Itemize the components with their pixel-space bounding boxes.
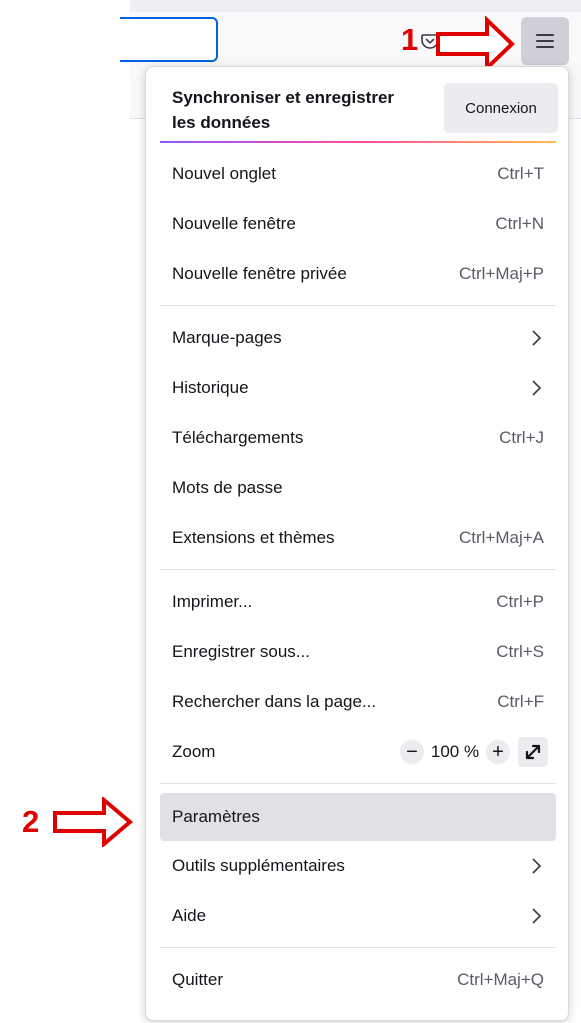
shortcut-label: Ctrl+F	[497, 692, 544, 711]
menu-item-settings[interactable]: Paramètres	[160, 793, 556, 841]
zoom-controls: − 100 % +	[400, 737, 548, 767]
zoom-in-button[interactable]: +	[486, 740, 510, 764]
menu-item-more-tools[interactable]: Outils supplémentaires	[160, 843, 556, 889]
menu-item-label: Quitter	[172, 970, 224, 989]
chevron-right-icon	[532, 908, 542, 924]
menu-item-quit[interactable]: Quitter Ctrl+Maj+Q	[160, 957, 556, 1003]
menu-item-print[interactable]: Imprimer... Ctrl+P	[160, 579, 556, 625]
zoom-out-button[interactable]: −	[400, 740, 424, 764]
step-1-arrow-icon	[436, 16, 515, 72]
step-2-arrow-icon	[53, 797, 134, 847]
menu-separator	[160, 783, 556, 784]
sync-description: Synchroniser et enregistrer les données	[172, 88, 395, 132]
sync-section: Synchroniser et enregistrer les données …	[160, 81, 558, 141]
zoom-reset-button[interactable]: 100 %	[424, 742, 486, 762]
chevron-right-icon	[532, 380, 542, 396]
hamburger-menu-icon	[536, 30, 554, 52]
menu-item-passwords[interactable]: Mots de passe	[160, 465, 556, 511]
shortcut-label: Ctrl+S	[496, 642, 544, 661]
open-menu-button[interactable]	[521, 17, 569, 65]
fullscreen-button[interactable]	[518, 737, 548, 767]
shortcut-label: Ctrl+Maj+A	[458, 528, 544, 547]
fullscreen-icon	[525, 744, 541, 760]
menu-item-zoom: Zoom − 100 % +	[160, 729, 556, 775]
menu-item-label: Nouvelle fenêtre privée	[172, 264, 347, 283]
menu-item-label: Aide	[172, 906, 207, 925]
app-menu-panel: Synchroniser et enregistrer les données …	[145, 66, 569, 1021]
menu-item-label: Enregistrer sous...	[172, 642, 310, 661]
menu-item-label: Extensions et thèmes	[172, 528, 335, 547]
menu-item-label: Téléchargements	[172, 428, 304, 447]
chevron-right-icon	[532, 858, 542, 874]
menu-item-help[interactable]: Aide	[160, 893, 556, 939]
menu-item-private-window[interactable]: Nouvelle fenêtre privée Ctrl+Maj+P	[160, 251, 556, 297]
menu-item-find-in-page[interactable]: Rechercher dans la page... Ctrl+F	[160, 679, 556, 725]
menu-item-save-as[interactable]: Enregistrer sous... Ctrl+S	[160, 629, 556, 675]
menu-item-label: Historique	[172, 378, 249, 397]
menu-item-bookmarks[interactable]: Marque-pages	[160, 315, 556, 361]
menu-item-new-window[interactable]: Nouvelle fenêtre Ctrl+N	[160, 201, 556, 247]
shortcut-label: Ctrl+J	[499, 428, 544, 447]
shortcut-label: Ctrl+Maj+P	[458, 264, 544, 283]
menu-item-history[interactable]: Historique	[160, 365, 556, 411]
step-1-number: 1	[401, 22, 419, 57]
shortcut-label: Ctrl+T	[497, 164, 544, 183]
menu-item-label: Rechercher dans la page...	[172, 692, 377, 711]
shortcut-label: Ctrl+P	[496, 592, 544, 611]
chevron-right-icon	[532, 330, 542, 346]
menu-item-label: Marque-pages	[172, 328, 282, 347]
menu-item-downloads[interactable]: Téléchargements Ctrl+J	[160, 415, 556, 461]
menu-item-label: Mots de passe	[172, 478, 283, 497]
menu-separator	[160, 947, 556, 948]
tab-strip	[130, 0, 581, 12]
menu-item-label: Outils supplémentaires	[172, 856, 345, 875]
zoom-label: Zoom	[172, 742, 216, 761]
step-2-number: 2	[22, 804, 40, 839]
shortcut-label: Ctrl+Maj+Q	[457, 970, 544, 989]
menu-separator	[160, 569, 556, 570]
menu-item-label: Paramètres	[172, 807, 260, 826]
sync-divider	[160, 141, 556, 143]
shortcut-label: Ctrl+N	[495, 214, 544, 233]
address-bar[interactable]	[120, 17, 218, 62]
menu-item-label: Imprimer...	[172, 592, 253, 611]
menu-item-new-tab[interactable]: Nouvel onglet Ctrl+T	[160, 151, 556, 197]
sign-in-button[interactable]: Connexion	[444, 83, 558, 133]
menu-separator	[160, 305, 556, 306]
menu-item-label: Nouvel onglet	[172, 164, 276, 183]
menu-item-addons[interactable]: Extensions et thèmes Ctrl+Maj+A	[160, 515, 556, 561]
menu-item-label: Nouvelle fenêtre	[172, 214, 296, 233]
